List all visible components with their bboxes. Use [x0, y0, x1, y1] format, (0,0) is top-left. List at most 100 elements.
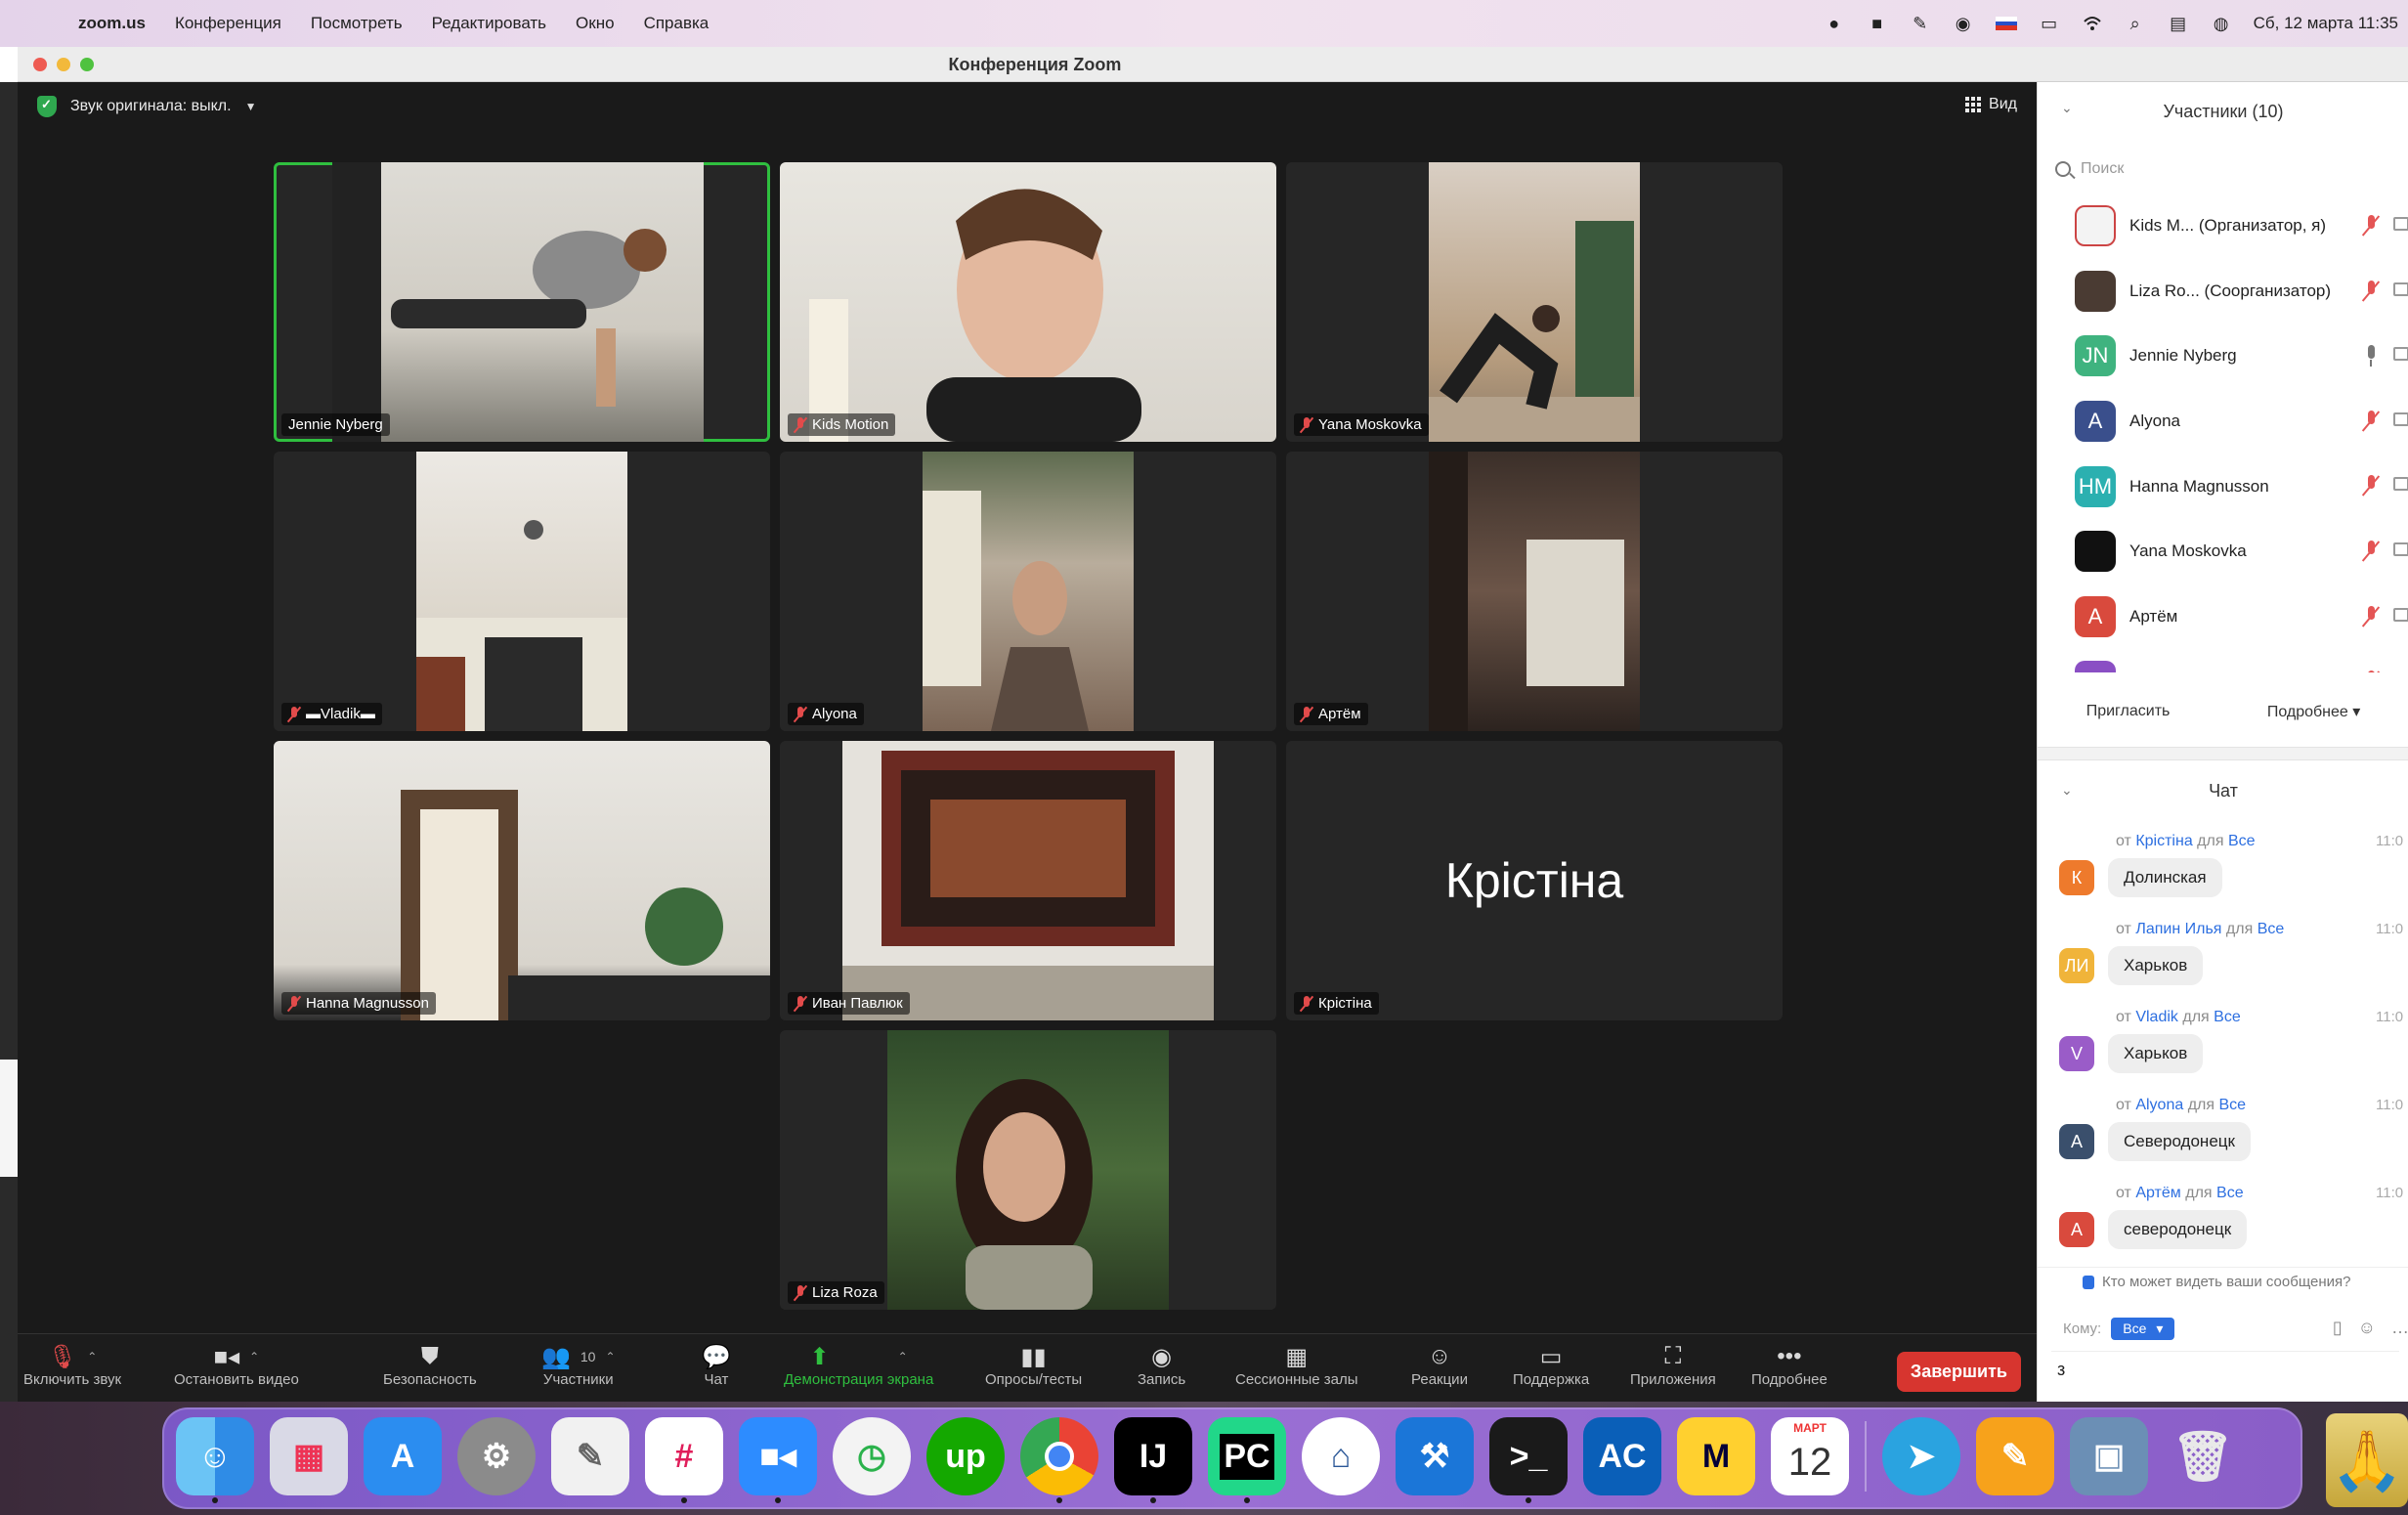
menu-conference[interactable]: Конференция — [175, 14, 281, 33]
more-icon[interactable]: … — [2391, 1318, 2408, 1338]
menu-window[interactable]: Окно — [576, 14, 615, 33]
reactions-button[interactable]: ☺ Реакции — [1411, 1342, 1468, 1388]
video-tile[interactable]: Yana Moskovka — [1286, 162, 1783, 442]
video-tile[interactable]: Hanna Magnusson — [274, 741, 770, 1020]
video-tile[interactable]: ▬Vladik▬ — [274, 452, 770, 731]
telegram-icon[interactable]: ➤ — [1882, 1417, 1960, 1495]
end-meeting-button[interactable]: Завершить — [1896, 1352, 2021, 1392]
status-tool-icon[interactable]: ✎ — [1910, 14, 1931, 33]
preview-icon[interactable]: ▣ — [2070, 1417, 2148, 1495]
zoom-icon[interactable]: ■◂ — [739, 1417, 817, 1503]
sketch-icon[interactable]: ✎ — [1976, 1417, 2054, 1495]
chrome-icon[interactable] — [1020, 1417, 1098, 1503]
invite-button[interactable]: Пригласить — [2086, 703, 2171, 720]
apps-button[interactable]: ⛶ Приложения — [1630, 1342, 1716, 1388]
participant-row[interactable]: HM Hanna Magnusson — [2038, 454, 2408, 519]
participants-more-button[interactable]: Подробнее ▾ — [2267, 702, 2360, 721]
message-sender[interactable]: Лапин Илья — [2135, 921, 2221, 937]
video-camera-icon[interactable] — [2393, 607, 2408, 622]
video-tile[interactable]: Liza Roza — [780, 1030, 1276, 1310]
message-sender[interactable]: Vladik — [2135, 1009, 2178, 1025]
menu-edit[interactable]: Редактировать — [432, 14, 546, 33]
miro-icon[interactable]: M — [1677, 1417, 1755, 1495]
mic-off-icon[interactable] — [2364, 215, 2378, 237]
siri-icon[interactable]: ◍ — [2211, 14, 2232, 33]
flag-icon[interactable] — [1995, 14, 2017, 33]
message-to[interactable]: Все — [2228, 833, 2256, 849]
video-camera-icon[interactable] — [2393, 541, 2408, 556]
app-store-icon[interactable]: A — [364, 1417, 442, 1495]
video-camera-icon[interactable] — [2393, 411, 2408, 426]
chevron-down-icon[interactable]: ⌄ — [2061, 782, 2073, 799]
status-zoom-icon[interactable]: ■ — [1867, 14, 1888, 33]
recipient-select[interactable]: Все ▾ — [2111, 1317, 2175, 1340]
terminal-icon[interactable]: >_ — [1489, 1417, 1568, 1503]
calendar-icon[interactable]: МАРТ 12 — [1771, 1417, 1849, 1495]
mic-off-icon[interactable] — [2364, 671, 2378, 672]
chevron-up-icon[interactable]: ⌃ — [249, 1350, 259, 1364]
chevron-down-icon[interactable]: ⌄ — [2061, 100, 2073, 116]
mic-off-icon[interactable] — [2364, 475, 2378, 497]
launchpad-icon[interactable]: ▦ — [270, 1417, 348, 1495]
panel-divider[interactable] — [2038, 747, 2408, 760]
message-to[interactable]: Все — [2258, 921, 2285, 937]
security-button[interactable]: ⛊ Безопасность — [383, 1342, 477, 1388]
video-tile[interactable]: Кpістіна Кpістіна — [1286, 741, 1783, 1020]
video-tile[interactable]: Jennie Nyberg — [274, 162, 770, 442]
video-tile[interactable]: Иван Павлюк — [780, 741, 1276, 1020]
system-preferences-icon[interactable]: ⚙ — [457, 1417, 536, 1495]
pycharm-icon[interactable]: PC — [1208, 1417, 1286, 1503]
textedit-icon[interactable]: ✎ — [551, 1417, 629, 1495]
trash-icon[interactable]: 🗑 — [2164, 1417, 2242, 1495]
message-sender[interactable]: Alyona — [2135, 1097, 2183, 1113]
upwork-icon[interactable]: up — [926, 1417, 1005, 1495]
chevron-down-icon[interactable]: ▼ — [245, 100, 257, 113]
unmute-button[interactable]: 🎙 ⌃ Включить звук — [23, 1342, 121, 1389]
chat-input[interactable]: з — [2051, 1351, 2399, 1390]
video-camera-icon[interactable] — [2393, 477, 2408, 492]
video-camera-icon[interactable] — [2393, 217, 2408, 231]
share-screen-button[interactable]: ⬆ ⌃ Демонстрация экрана — [784, 1342, 933, 1389]
participant-row[interactable]: JN Jennie Nyberg — [2038, 324, 2408, 389]
message-to[interactable]: Все — [2216, 1185, 2244, 1201]
participants-search[interactable]: Поиск — [2055, 152, 2397, 186]
participant-row[interactable]: A Артём — [2038, 584, 2408, 650]
shield-icon[interactable] — [37, 96, 57, 117]
chevron-up-icon[interactable]: ⌃ — [87, 1350, 97, 1364]
status-record-icon[interactable]: ◉ — [1953, 14, 1974, 33]
participant-row[interactable]: A Alyona — [2038, 389, 2408, 454]
stop-video-button[interactable]: ■◂ ⌃ Остановить видео — [174, 1342, 299, 1389]
original-sound-status[interactable]: Звук оригинала: выкл. — [70, 98, 232, 115]
pin-app-icon[interactable]: ⌂ — [1302, 1417, 1380, 1495]
participant-row[interactable]: Kids M... (Организатор, я) — [2038, 194, 2408, 259]
emoji-icon[interactable]: ☺ — [2358, 1318, 2376, 1338]
video-tile[interactable]: Alyona — [780, 452, 1276, 731]
menu-help[interactable]: Справка — [644, 14, 710, 33]
finder-icon[interactable]: ☺ — [176, 1417, 254, 1503]
video-camera-icon[interactable] — [2393, 347, 2408, 362]
battery-icon[interactable]: ▭ — [2039, 14, 2060, 33]
participant-row[interactable]: ИП Иван Павлюк — [2038, 649, 2408, 672]
menu-app[interactable]: zoom.us — [78, 14, 146, 33]
ac-app-icon[interactable]: AC — [1583, 1417, 1661, 1495]
mic-off-icon[interactable] — [2364, 540, 2378, 562]
status-app-icon[interactable]: ● — [1824, 14, 1845, 33]
participant-row[interactable]: Yana Moskovka — [2038, 519, 2408, 584]
video-tile[interactable]: Артём — [1286, 452, 1783, 731]
clock-icon[interactable]: ◷ — [833, 1417, 911, 1495]
message-to[interactable]: Все — [2218, 1097, 2246, 1113]
mic-off-icon[interactable] — [2364, 410, 2378, 432]
control-center-icon[interactable]: ▤ — [2168, 14, 2189, 33]
chevron-up-icon[interactable]: ⌃ — [605, 1350, 615, 1364]
slack-icon[interactable]: # — [645, 1417, 723, 1503]
message-sender[interactable]: Кpістіна — [2135, 833, 2192, 849]
who-can-see-link[interactable]: Кто может видеть ваши сообщения? — [2038, 1267, 2408, 1296]
more-button[interactable]: ••• Подробнее — [1751, 1342, 1828, 1388]
video-tile[interactable]: Kids Motion — [780, 162, 1276, 442]
message-to[interactable]: Все — [2214, 1009, 2241, 1025]
participants-button[interactable]: 👥 10 ⌃ Участники — [541, 1342, 616, 1389]
chevron-up-icon[interactable]: ⌃ — [898, 1350, 908, 1364]
mic-off-icon[interactable] — [2364, 605, 2378, 628]
menu-view[interactable]: Посмотреть — [311, 14, 403, 33]
video-camera-icon[interactable] — [2393, 281, 2408, 296]
